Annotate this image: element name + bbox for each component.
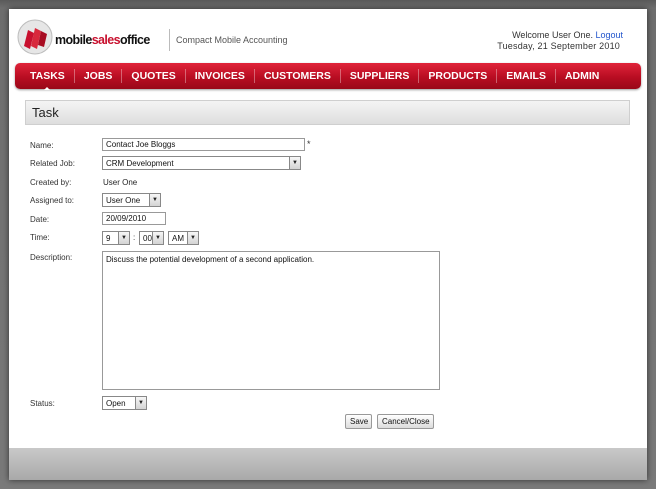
created-by-value: User One [103,178,138,187]
dropdown-arrow-icon: ▼ [149,194,160,206]
welcome-text: Welcome User One. [512,30,593,40]
created-by-label: Created by: [30,178,72,187]
main-nav: TASKS JOBS QUOTES INVOICES CUSTOMERS SUP… [15,63,641,90]
nav-admin[interactable]: ADMIN [556,69,608,83]
app-window: mobilesalesoffice Compact Mobile Account… [9,9,647,480]
time-ampm-select[interactable]: AM ▼ [168,231,199,245]
nav-tasks[interactable]: TASKS [21,69,75,90]
brand-divider [169,29,170,51]
dropdown-arrow-icon: ▼ [152,232,163,244]
related-job-select[interactable]: CRM Development ▼ [102,156,301,170]
page-title: Task [25,100,630,125]
status-select[interactable]: Open ▼ [102,396,147,410]
logout-link[interactable]: Logout [595,30,623,40]
status-value: Open [106,399,126,408]
time-minute-select[interactable]: 00 ▼ [139,231,164,245]
status-label: Status: [30,399,55,408]
time-hour-select[interactable]: 9 ▼ [102,231,130,245]
mobile-sales-office-logo-icon [17,19,53,55]
current-date: Tuesday, 21 September 2010 [497,41,620,51]
dropdown-arrow-icon: ▼ [187,232,198,244]
time-separator: : [133,233,136,242]
nav-products[interactable]: PRODUCTS [419,69,498,83]
related-job-label: Related Job: [30,159,75,168]
date-field[interactable]: 20/09/2010 [102,212,166,225]
nav-suppliers[interactable]: SUPPLIERS [341,69,420,83]
cancel-close-button[interactable]: Cancel/Close [377,414,434,429]
time-hour-value: 9 [106,234,111,243]
header: mobilesalesoffice Compact Mobile Account… [9,9,647,65]
nav-invoices[interactable]: INVOICES [186,69,255,83]
time-ampm-value: AM [172,234,184,243]
time-minute-value: 00 [143,234,152,243]
dropdown-arrow-icon: ▼ [135,397,146,409]
dropdown-arrow-icon: ▼ [289,157,300,169]
nav-emails[interactable]: EMAILS [497,69,556,83]
description-label: Description: [30,253,73,262]
assigned-to-value: User One [106,196,141,205]
related-job-value: CRM Development [106,159,174,168]
save-button[interactable]: Save [345,414,372,429]
tagline: Compact Mobile Accounting [176,35,288,45]
date-label: Date: [30,215,50,224]
nav-jobs[interactable]: JOBS [75,69,123,83]
name-label: Name: [30,141,54,150]
nav-customers[interactable]: CUSTOMERS [255,69,341,83]
footer-bar [9,448,647,480]
assigned-to-label: Assigned to: [30,196,75,205]
brand-name: mobilesalesoffice [55,33,150,47]
welcome-message: Welcome User One. Logout [512,29,623,41]
name-field[interactable]: Contact Joe Bloggs [102,138,305,151]
assigned-to-select[interactable]: User One ▼ [102,193,161,207]
nav-quotes[interactable]: QUOTES [122,69,186,83]
time-label: Time: [30,233,50,242]
required-marker: * [307,139,311,149]
dropdown-arrow-icon: ▼ [118,232,129,244]
description-textarea[interactable]: Discuss the potential development of a s… [102,251,440,390]
